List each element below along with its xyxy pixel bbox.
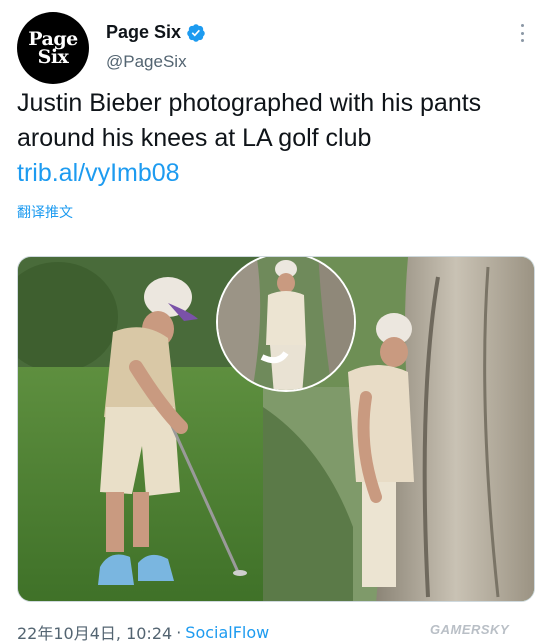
dot-1 [520, 24, 524, 27]
tweet-text: Justin Bieber photographed with his pant… [17, 86, 537, 191]
translate-tweet-link[interactable]: 翻译推文 [17, 202, 73, 222]
display-name[interactable]: Page Six [106, 22, 181, 43]
watermark: GAMERSKY [430, 622, 510, 637]
tweet-card: Page Six Page Six @PageSix Justin Bieber… [0, 0, 550, 644]
avatar[interactable]: Page Six [17, 12, 89, 84]
avatar-logo-line2: Six [37, 46, 69, 68]
author-name-row: Page Six [106, 22, 206, 43]
account-handle[interactable]: @PageSix [106, 52, 187, 72]
source-app-link[interactable]: SocialFlow [185, 623, 269, 642]
tweet-media-photo[interactable] [17, 256, 535, 602]
dot-2 [520, 31, 524, 35]
tweet-link[interactable]: trib.al/vyImb08 [17, 159, 180, 187]
tweet-metadata: 22年10月4日, 10:24 · SocialFlow [17, 620, 269, 644]
separator-dot: · [176, 622, 182, 642]
more-options-icon[interactable] [514, 22, 530, 44]
verified-badge-icon [187, 23, 205, 42]
tweet-body: Justin Bieber photographed with his pant… [17, 89, 482, 152]
golf-course-photo [18, 257, 534, 601]
dot-3 [520, 39, 524, 42]
timestamp[interactable]: 22年10月4日, 10:24 [17, 620, 172, 644]
